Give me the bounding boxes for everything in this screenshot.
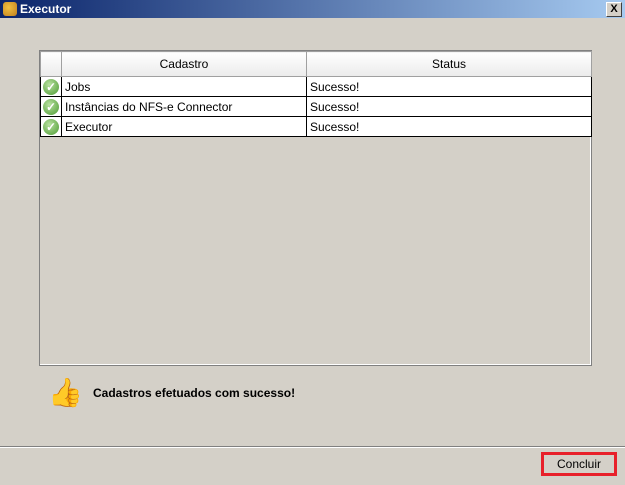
status-cell: Sucesso! [306, 96, 592, 117]
cadastro-cell: Jobs [61, 76, 307, 97]
column-header-status[interactable]: Status [306, 51, 592, 77]
table-row[interactable]: ✓ Instâncias do NFS-e Connector Sucesso! [40, 96, 592, 117]
separator [0, 446, 625, 448]
results-grid: Cadastro Status ✓ Jobs Sucesso! ✓ Instância… [39, 50, 592, 366]
success-check-icon: ✓ [43, 78, 59, 95]
table-row[interactable]: ✓ Jobs Sucesso! [40, 76, 592, 97]
title-bar: Executor X [0, 0, 625, 18]
success-message: Cadastros efetuados com sucesso! [93, 386, 296, 400]
success-check-icon: ✓ [43, 98, 59, 115]
app-icon [3, 2, 17, 16]
column-header-cadastro[interactable]: Cadastro [61, 51, 307, 77]
window-title: Executor [20, 2, 72, 16]
status-cell: Sucesso! [306, 76, 592, 97]
cadastro-cell: Instâncias do NFS-e Connector [61, 96, 307, 117]
status-cell: Sucesso! [306, 116, 592, 137]
concluir-button[interactable]: Concluir [541, 452, 617, 476]
row-header-corner [40, 51, 62, 77]
close-button[interactable]: X [606, 2, 622, 17]
cadastro-cell: Executor [61, 116, 307, 137]
thumbs-up-icon: 👍 [48, 377, 83, 408]
success-check-icon: ✓ [43, 118, 59, 135]
table-row[interactable]: ✓ Executor Sucesso! [40, 116, 592, 137]
